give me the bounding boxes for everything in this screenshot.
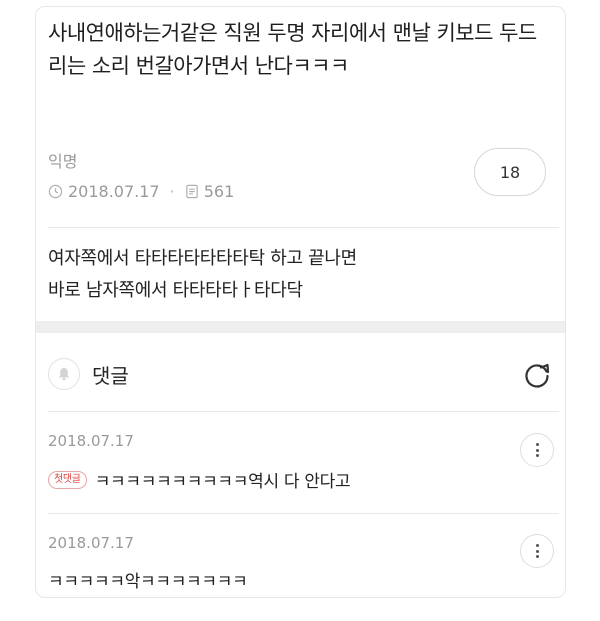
refresh-icon[interactable] xyxy=(522,360,552,390)
comment-more-button[interactable] xyxy=(520,534,554,568)
post-views: 561 xyxy=(203,181,235,201)
first-comment-badge: 첫댓글 xyxy=(48,470,87,489)
clock-icon xyxy=(48,184,63,198)
bell-icon[interactable] xyxy=(48,358,80,390)
divider xyxy=(48,513,559,514)
dot xyxy=(535,448,539,452)
comment-more-button[interactable] xyxy=(520,433,554,467)
post-body-line: 여자쪽에서 타타타타타타타탁 하고 끝나면 xyxy=(48,248,357,269)
comment-text: ㅋㅋㅋㅋㅋ악ㅋㅋㅋㅋㅋㅋㅋ xyxy=(48,572,248,592)
post-body: 여자쪽에서 타타타타타타타탁 하고 끝나면 바로 남자쪽에서 타타타타ㅏ타다닥 xyxy=(48,243,357,307)
comment-text: ㅋㅋㅋㅋㅋㅋㅋㅋㅋㅋ역시 다 안다고 xyxy=(94,472,351,492)
dot xyxy=(535,554,539,558)
comment-text-row: ㅋㅋㅋㅋㅋ악ㅋㅋㅋㅋㅋㅋㅋ xyxy=(48,567,248,592)
post-author: 익명 xyxy=(48,152,78,171)
post-meta: 2018.07.17 · 561 xyxy=(48,180,234,202)
views-icon xyxy=(185,184,198,198)
comment-date: 2018.07.17 xyxy=(48,534,134,552)
post-card: 사내연애하는거같은 직원 두명 자리에서 맨날 키보드 두드리는 소리 번갈아가… xyxy=(35,6,566,598)
section-separator xyxy=(36,321,565,333)
divider xyxy=(48,227,559,228)
dot xyxy=(535,549,539,553)
divider xyxy=(48,411,559,412)
post-body-line: 바로 남자쪽에서 타타타타ㅏ타다닥 xyxy=(48,280,303,301)
comment-date: 2018.07.17 xyxy=(48,432,134,450)
post-date: 2018.07.17 xyxy=(68,181,160,201)
post-title: 사내연애하는거같은 직원 두명 자리에서 맨날 키보드 두드리는 소리 번갈아가… xyxy=(48,21,537,78)
dot xyxy=(535,453,539,457)
comment-count-button[interactable]: 18 xyxy=(474,148,546,196)
comment-text-row: 첫댓글 ㅋㅋㅋㅋㅋㅋㅋㅋㅋㅋ역시 다 안다고 xyxy=(48,467,351,492)
meta-separator: · xyxy=(169,181,175,201)
comments-header: 댓글 xyxy=(48,357,129,391)
comments-label: 댓글 xyxy=(92,363,129,388)
dot xyxy=(535,443,539,447)
dot xyxy=(535,544,539,548)
comment-count: 18 xyxy=(499,162,521,182)
